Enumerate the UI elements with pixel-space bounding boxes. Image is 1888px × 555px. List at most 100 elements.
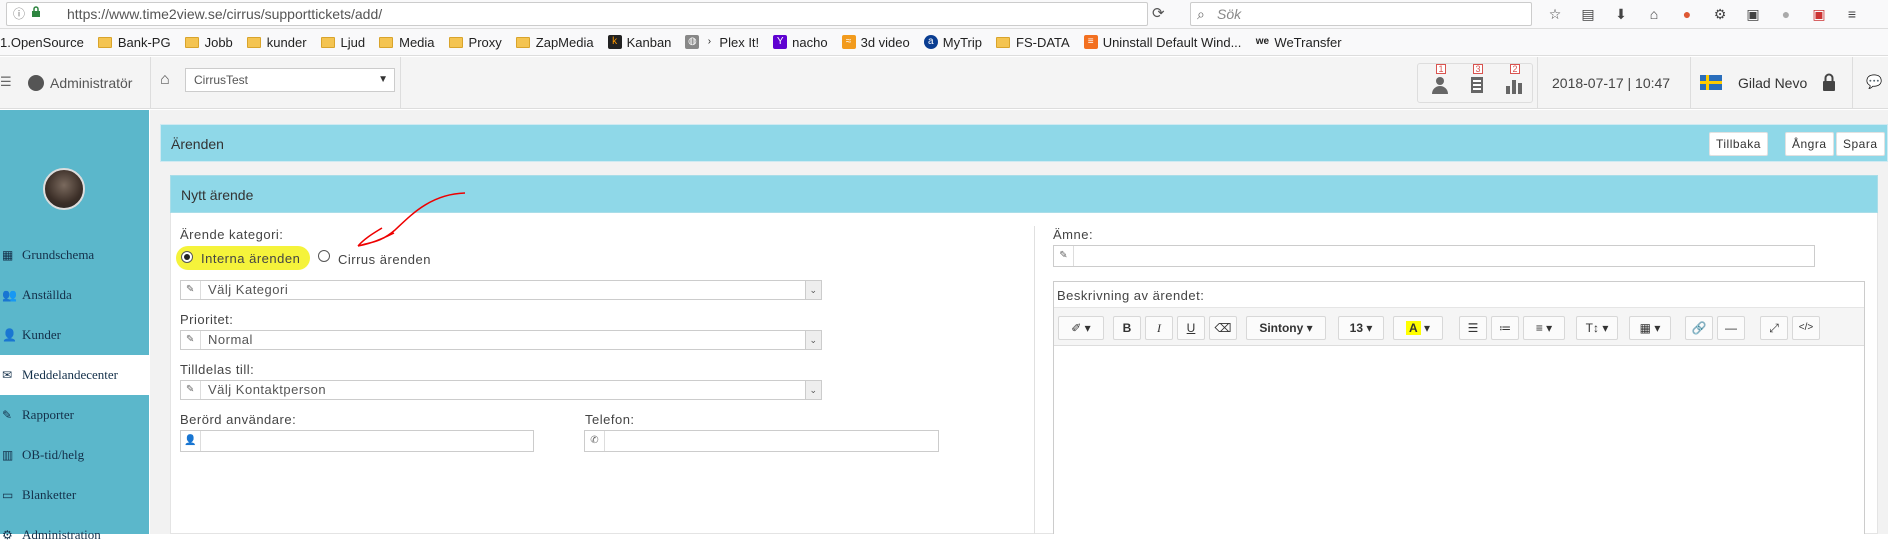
admin-menu[interactable]: Administratör bbox=[28, 57, 132, 109]
extension-icon[interactable]: ⚙ bbox=[1710, 4, 1730, 24]
adblock-icon[interactable]: ● bbox=[1776, 4, 1796, 24]
bookmark-item[interactable]: ZapMedia bbox=[515, 34, 594, 50]
unordered-list-button[interactable]: ☰ bbox=[1459, 316, 1487, 340]
search-icon: ⌕ bbox=[1197, 6, 1205, 22]
code-view-icon[interactable]: </> bbox=[1792, 316, 1820, 340]
radio-internal-label[interactable]: Interna ärenden bbox=[201, 251, 300, 266]
font-size-select[interactable]: 13 ▾ bbox=[1338, 316, 1384, 340]
description-label: Beskrivning av ärendet: bbox=[1057, 288, 1205, 303]
back-button[interactable]: Tillbaka bbox=[1709, 132, 1768, 156]
bookmark-item[interactable]: we WeTransfer bbox=[1255, 35, 1342, 50]
bookmark-item[interactable]: Ynacho bbox=[773, 35, 828, 50]
sidebar-item-ob-tid[interactable]: ▥ OB-tid/helg bbox=[0, 435, 149, 475]
underline-button[interactable]: U bbox=[1177, 316, 1205, 340]
affected-user-label: Berörd användare: bbox=[180, 412, 297, 427]
bookmark-label: ZapMedia bbox=[535, 34, 594, 50]
link-icon[interactable]: 🔗 bbox=[1685, 316, 1713, 340]
bookmark-item[interactable]: ◍ › Plex It! bbox=[685, 35, 759, 50]
swedish-flag-icon[interactable] bbox=[1700, 75, 1722, 90]
sidebar-item-kunder[interactable]: 👤 Kunder bbox=[0, 315, 149, 355]
duckduckgo-icon[interactable]: ● bbox=[1677, 4, 1697, 24]
bookmark-item[interactable]: k Kanban bbox=[607, 35, 671, 50]
sidebar-item-anstallda[interactable]: 👥 Anställda bbox=[0, 275, 149, 315]
bookmark-item[interactable]: a MyTrip bbox=[923, 35, 982, 50]
align-button[interactable]: ≡ ▾ bbox=[1523, 316, 1565, 340]
download-icon[interactable]: ⬇ bbox=[1611, 4, 1631, 24]
pdf-icon[interactable]: ▣ bbox=[1809, 4, 1829, 24]
stats-notification-icon[interactable]: 2 bbox=[1505, 64, 1523, 94]
chevron-down-icon[interactable]: ⌄ bbox=[805, 281, 821, 299]
phone-input[interactable]: ✆ bbox=[584, 430, 939, 452]
kanban-icon: k bbox=[607, 35, 622, 49]
envelope-icon: ✉ bbox=[2, 368, 13, 382]
lock-icon[interactable] bbox=[1822, 73, 1836, 91]
bookmark-item[interactable]: Proxy bbox=[448, 35, 502, 50]
text-height-button[interactable]: T↕ ▾ bbox=[1576, 316, 1618, 340]
extension-badge-icon[interactable]: ▣ bbox=[1743, 4, 1763, 24]
chevron-down-icon[interactable]: ⌄ bbox=[805, 381, 821, 399]
italic-button[interactable]: I bbox=[1145, 316, 1173, 340]
category-select[interactable]: ✎ Välj Kategori ⌄ bbox=[180, 280, 822, 300]
highlight-color-button[interactable]: A ▾ bbox=[1393, 316, 1443, 340]
pencil-icon: ✎ bbox=[1054, 246, 1074, 266]
star-icon[interactable]: ☆ bbox=[1545, 4, 1565, 24]
sidebar-item-blanketter[interactable]: ▭ Blanketter bbox=[0, 475, 149, 515]
magic-button[interactable]: ✐ ▾ bbox=[1058, 316, 1104, 340]
table-button[interactable]: ▦ ▾ bbox=[1629, 316, 1671, 340]
phone-icon: ✆ bbox=[585, 431, 605, 451]
phone-label: Telefon: bbox=[585, 412, 635, 427]
bookmark-item[interactable]: 1.OpenSource bbox=[0, 35, 84, 50]
sidebar-item-rapporter[interactable]: ✎ Rapporter bbox=[0, 395, 149, 435]
sidebar-item-grundschema[interactable]: ▦ Grundschema bbox=[0, 235, 149, 275]
assign-label: Tilldelas till: bbox=[180, 362, 255, 377]
bookmark-item[interactable]: Media bbox=[379, 35, 435, 50]
editor-body[interactable] bbox=[1054, 347, 1864, 534]
bookmark-item[interactable]: Jobb bbox=[184, 35, 233, 50]
tasks-notification-icon[interactable]: 3 bbox=[1468, 64, 1486, 94]
user-notification-icon[interactable]: 1 bbox=[1431, 64, 1449, 94]
radio-cirrus[interactable] bbox=[318, 250, 330, 262]
url-bar[interactable]: ⓘ https://www.time2view.se/cirrus/suppor… bbox=[6, 2, 1148, 26]
column-divider bbox=[1034, 226, 1035, 534]
hamburger-icon[interactable]: ☰ bbox=[0, 74, 12, 90]
site-select[interactable]: CirrusTest ▼ bbox=[185, 68, 395, 92]
rss-icon: ≈ bbox=[841, 35, 856, 49]
home-icon[interactable]: ⌂ bbox=[160, 71, 170, 89]
bookmark-item[interactable]: ≈3d video bbox=[841, 35, 910, 50]
font-family-select[interactable]: Sintony ▾ bbox=[1246, 316, 1326, 340]
subject-input[interactable]: ✎ bbox=[1053, 245, 1815, 267]
affected-user-input[interactable]: 👤 bbox=[180, 430, 534, 452]
radio-internal[interactable] bbox=[181, 251, 193, 263]
bookmark-item[interactable]: kunder bbox=[246, 35, 307, 50]
bookmarks-bar: 1.OpenSource Bank-PG Jobb kunder Ljud Me… bbox=[0, 29, 1888, 56]
fullscreen-icon[interactable]: ⤢ bbox=[1760, 316, 1788, 340]
gear-icon: ⚙ bbox=[2, 528, 13, 542]
eraser-icon[interactable]: ⌫ bbox=[1209, 316, 1237, 340]
priority-label: Prioritet: bbox=[180, 312, 234, 327]
chart-icon: ▥ bbox=[2, 448, 14, 462]
bold-button[interactable]: B bbox=[1113, 316, 1141, 340]
bookmark-item[interactable]: Ljud bbox=[320, 35, 365, 50]
bookmark-item[interactable]: Bank-PG bbox=[97, 35, 171, 50]
menu-icon[interactable]: ≡ bbox=[1842, 4, 1862, 24]
bookmark-item[interactable]: FS-DATA bbox=[996, 35, 1070, 50]
home-icon[interactable]: ⌂ bbox=[1644, 4, 1664, 24]
avatar[interactable] bbox=[43, 168, 85, 210]
undo-button[interactable]: Ångra bbox=[1785, 132, 1834, 156]
info-icon[interactable]: ⓘ bbox=[13, 3, 25, 25]
chevron-down-icon[interactable]: ⌄ bbox=[805, 331, 821, 349]
library-icon[interactable]: ▤ bbox=[1578, 4, 1598, 24]
save-button[interactable]: Spara bbox=[1836, 132, 1885, 156]
sidebar-item-administration[interactable]: ⚙ Administration bbox=[0, 515, 149, 555]
user-name[interactable]: Gilad Nevo bbox=[1738, 57, 1807, 109]
chat-icon[interactable]: 💬 bbox=[1866, 74, 1882, 90]
radio-cirrus-label[interactable]: Cirrus ärenden bbox=[338, 252, 431, 267]
bookmark-item[interactable]: ≡ Uninstall Default Wind... bbox=[1083, 35, 1241, 50]
priority-select[interactable]: ✎ Normal ⌄ bbox=[180, 330, 822, 350]
sidebar-item-meddelandecenter[interactable]: ✉ Meddelandecenter bbox=[0, 355, 149, 395]
assign-select[interactable]: ✎ Välj Kontaktperson ⌄ bbox=[180, 380, 822, 400]
browser-search-input[interactable]: ⌕ Sök bbox=[1190, 2, 1532, 26]
horizontal-rule-button[interactable]: — bbox=[1717, 316, 1745, 340]
reload-icon[interactable]: ⟳ bbox=[1152, 4, 1165, 22]
ordered-list-button[interactable]: ≔ bbox=[1491, 316, 1519, 340]
